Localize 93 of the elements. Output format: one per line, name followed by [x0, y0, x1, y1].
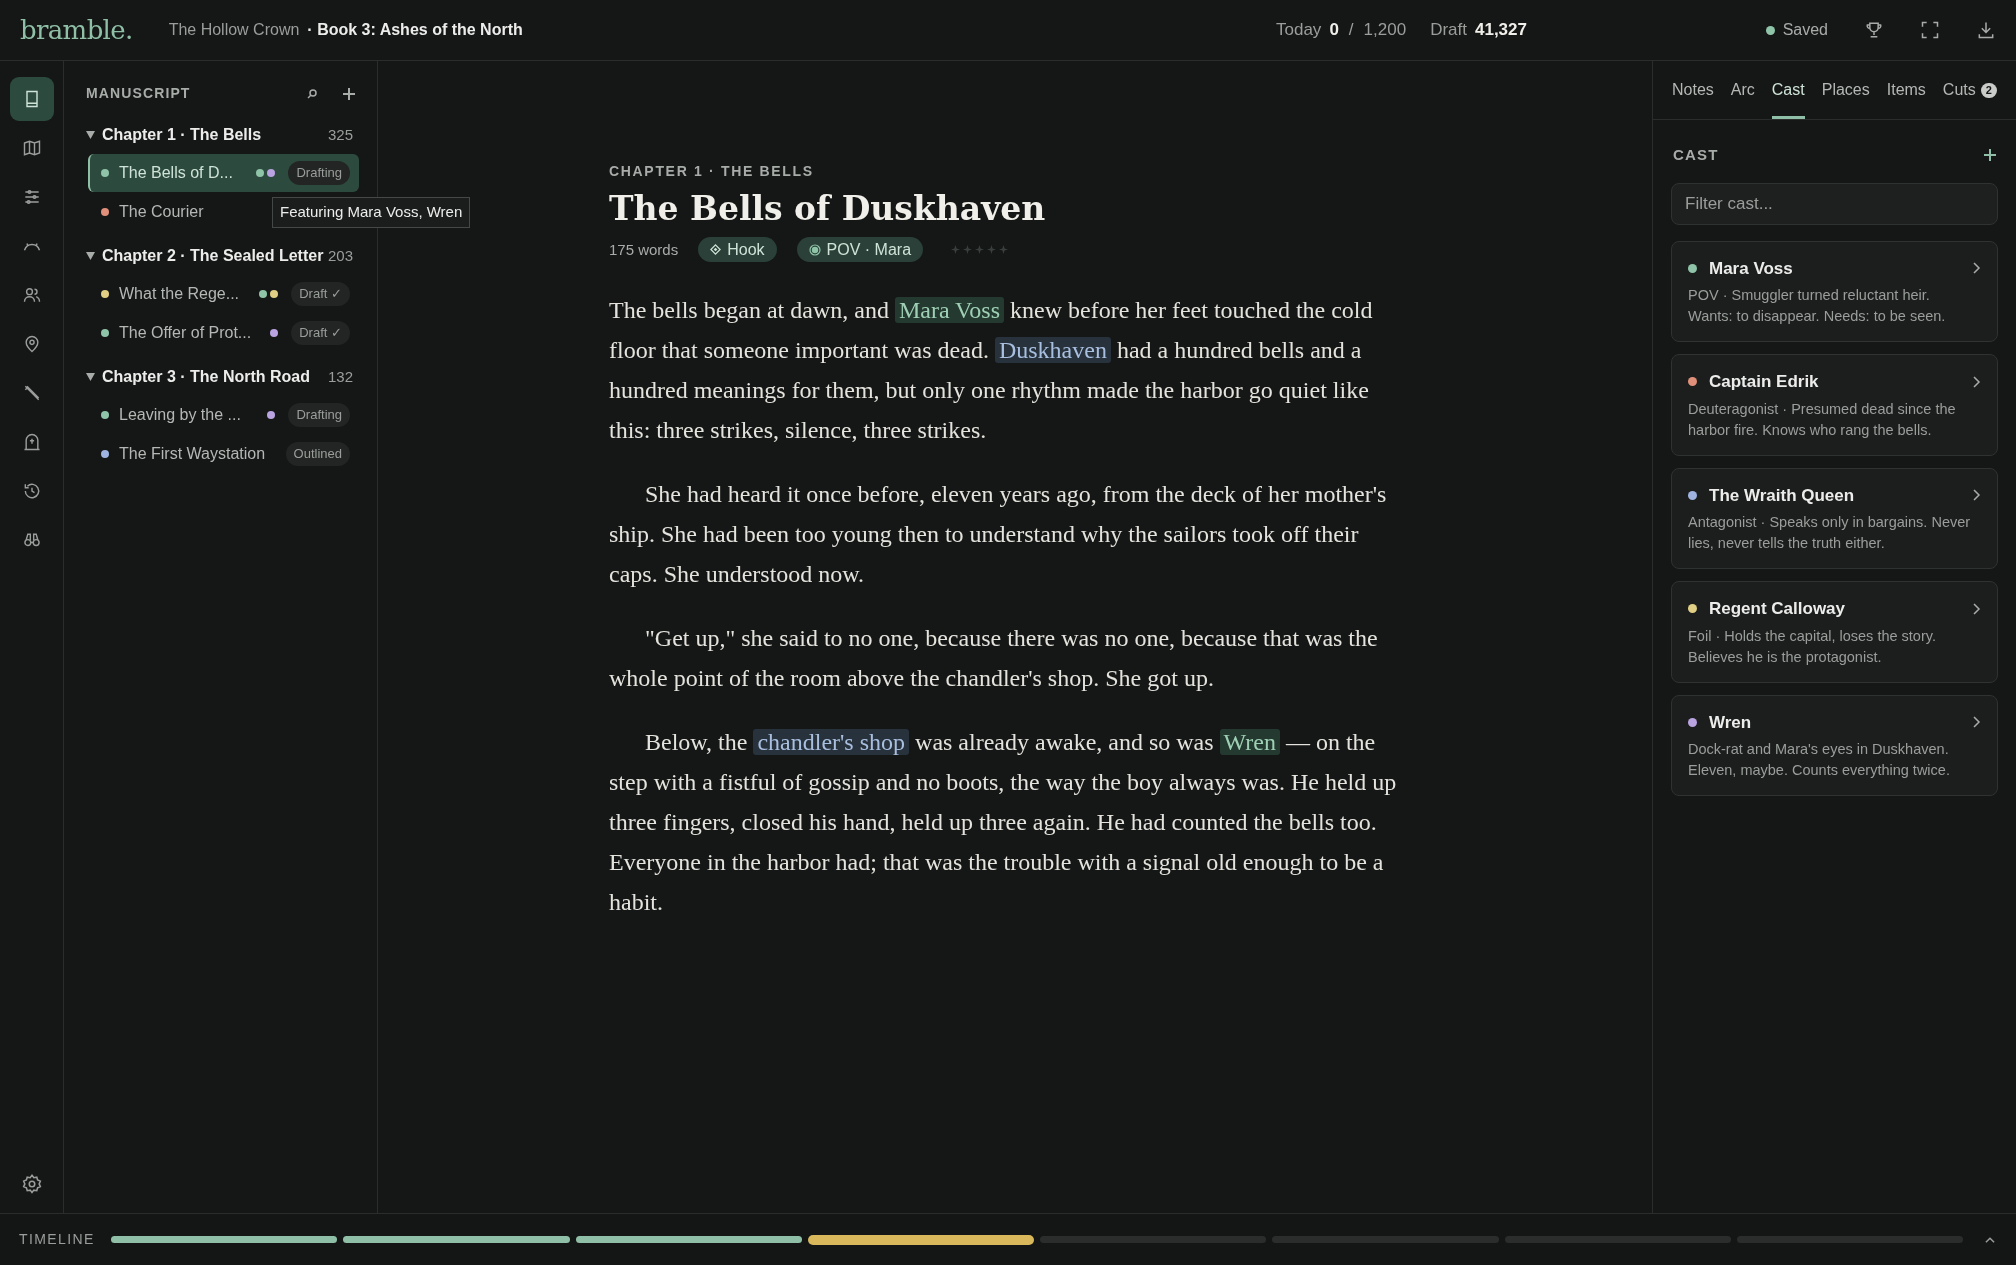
filter-field[interactable]: Filter cast... [1671, 182, 1998, 225]
draft-count: 41,327 [1474, 19, 1527, 42]
cast-card[interactable]: Captain Edrik Deuteragonist · Presumed dead since the harbor fire. Knows who rang the bells. [1671, 354, 1998, 456]
cast-card[interactable]: Wren Dock-rat and Mara's eyes in Duskhaven. Eleven, maybe. Counts everything twice. [1671, 694, 1998, 796]
scene-item[interactable]: The Bells of D... Drafting [88, 154, 359, 192]
panel-tab[interactable]: Arc [1730, 78, 1755, 119]
stat-label: Today [1276, 19, 1322, 42]
separator: / [1348, 19, 1354, 42]
panel-tab[interactable]: Cuts 2 [1942, 78, 1997, 119]
tooltip: Featuring Mara Voss, Wren [272, 197, 471, 228]
people-icon [21, 285, 42, 305]
character-name: Regent Calloway [1709, 598, 1846, 620]
scene-title: The Courier [119, 202, 204, 222]
character-name: Captain Edrik [1709, 371, 1819, 393]
map-icon [21, 138, 42, 158]
saved-status: Saved [1782, 20, 1828, 40]
stat-label: Draft [1430, 19, 1467, 42]
panel-title: CAST [1673, 145, 1719, 165]
breadcrumb-series[interactable]: The Hollow Crown [168, 18, 300, 42]
scene-item[interactable]: The Offer of Prot... Draft ✓ [88, 314, 359, 352]
scene-title: Leaving by the ... [119, 405, 241, 425]
character-link[interactable]: Wren [1219, 729, 1280, 756]
fullscreen-icon[interactable] [1920, 20, 1940, 40]
scene-title: The First Waystation [119, 444, 266, 464]
place-link[interactable]: Duskhaven [994, 337, 1111, 364]
scene-title: The Bells of Duskhaven [609, 188, 1047, 230]
scene-title: The Bells of D... [119, 163, 233, 183]
search-icon[interactable] [306, 87, 318, 100]
character-name: Mara Voss [1709, 257, 1793, 280]
scene-item[interactable]: The First Waystation Outlined [88, 435, 359, 473]
cast-card[interactable]: Mara Voss POV · Smuggler turned reluctant heir. Wants: to disappear. Needs: to be seen. [1671, 240, 1998, 342]
paragraph: She had heard it once before, eleven years ago, from the deck of her mother's ship. She had been too young then to understand why the sailors took off their caps. She understood now. [609, 480, 1388, 590]
character-description: Dock-rat and Mara's eyes in Duskhaven. Eleven, maybe. Counts everything twice. [1688, 740, 1951, 780]
paragraph: "Get up," she said to no one, because there was no one, because that was the whole point of the room above the chandler's shop. She got up. [609, 624, 1379, 694]
character-description: POV · Smuggler turned reluctant heir. Wants: to disappear. Needs: to be seen. [1688, 286, 1947, 326]
character-name: The Wraith Queen [1709, 484, 1855, 507]
character-description: Foil · Holds the capital, loses the story. Believes he is the protagonist. [1688, 626, 1937, 667]
panel-tab[interactable]: Places [1821, 78, 1870, 119]
settings-icon[interactable] [20, 1173, 43, 1195]
paragraph: Below, the chandler's shop was already awake, and so was Wren — on the step with a fistful of gossip and no boots, the way the boy always was. He held up three fingers, closed his hand, held up three again. He had counted the bells too. Everyone in the harbor had; that was the trouble with a signal old enough to be a habit. [609, 728, 1398, 918]
app-logo: bramble. [20, 13, 133, 47]
count-badge: 2 [1980, 82, 1997, 98]
place-link[interactable]: chandler's shop [753, 729, 910, 756]
daily-goal: 1,200 [1363, 19, 1407, 42]
target-icon [808, 243, 821, 256]
status-badge: Drafting [288, 161, 350, 185]
cast-card[interactable]: The Wraith Queen Antagonist · Speaks only in bargains. Never lies, never tells the truth either. [1671, 467, 1998, 569]
scene-item[interactable]: Leaving by the ... Drafting [88, 396, 359, 434]
add-icon[interactable] [343, 87, 355, 100]
panel-tab[interactable]: Items [1886, 78, 1926, 119]
chevron-right-icon [1972, 602, 1981, 615]
word-count: 132 [327, 367, 353, 387]
character-name: Wren [1709, 711, 1752, 734]
tag-chip[interactable]: POV · Mara [796, 237, 924, 263]
scene-title: The Offer of Prot... [119, 323, 252, 343]
timeline-label: TIMELINE [19, 1230, 96, 1249]
diamond-icon [710, 244, 722, 256]
chapter-label: CHAPTER 1 · THE BELLS [609, 162, 815, 181]
scene-item[interactable]: What the Rege... Draft ✓ [88, 275, 359, 313]
panel-tab[interactable]: Cast [1771, 78, 1805, 119]
trophy-icon[interactable] [1864, 20, 1884, 40]
sidebar-nav-button[interactable] [9, 77, 54, 121]
download-icon[interactable] [1976, 20, 1996, 40]
scene-title: What the Rege... [119, 284, 240, 304]
chevron-right-icon [1972, 375, 1981, 388]
timeline-segment[interactable] [807, 1234, 1034, 1245]
add-icon[interactable] [1984, 149, 1996, 162]
character-description: Antagonist · Speaks only in bargains. Never lies, never tells the truth either. [1688, 513, 1972, 553]
chapter-title[interactable]: Chapter 3 · The North Road [102, 367, 324, 387]
chevron-right-icon [1972, 489, 1981, 502]
status-badge: Outlined [285, 442, 350, 466]
expand-toggle[interactable] [86, 373, 95, 381]
chapter-title[interactable]: Chapter 2 · The Sealed Letter [102, 246, 324, 266]
panel-tab[interactable]: Notes [1672, 78, 1714, 119]
chevron-right-icon [1972, 262, 1981, 275]
status-badge: Drafting [288, 403, 350, 427]
paragraph: The bells began at dawn, and Mara Voss knew before her feet touched the cold floor that someone important was dead. Duskhaven had a hundred bells and a hundred meanings for them, but only one rhythm made the harbor go quiet like this: three strikes, silence, three strikes. [609, 296, 1374, 446]
word-count: 203 [327, 246, 353, 266]
chevron-right-icon [1972, 716, 1981, 729]
expand-toggle[interactable] [86, 252, 95, 260]
today-count: 0 [1329, 19, 1339, 42]
word-count: 175 words [609, 239, 679, 260]
cast-card[interactable]: Regent Calloway Foil · Holds the capital, loses the story. Believes he is the protagonist. [1671, 581, 1998, 683]
word-count: 325 [327, 125, 353, 145]
panel-title: MANUSCRIPT [86, 84, 191, 103]
status-badge: Draft ✓ [291, 321, 350, 345]
character-link[interactable]: Mara Voss [894, 297, 1005, 324]
chapter-title[interactable]: Chapter 1 · The Bells [102, 125, 324, 145]
expand-toggle[interactable] [86, 131, 95, 139]
tag-chip[interactable]: Hook [698, 237, 777, 263]
character-description: Deuteragonist · Presumed dead since the harbor fire. Knows who rang the bells. [1688, 399, 1957, 440]
breadcrumb-book[interactable]: · Book 3: Ashes of the North [307, 18, 523, 42]
status-badge: Draft ✓ [291, 282, 350, 306]
